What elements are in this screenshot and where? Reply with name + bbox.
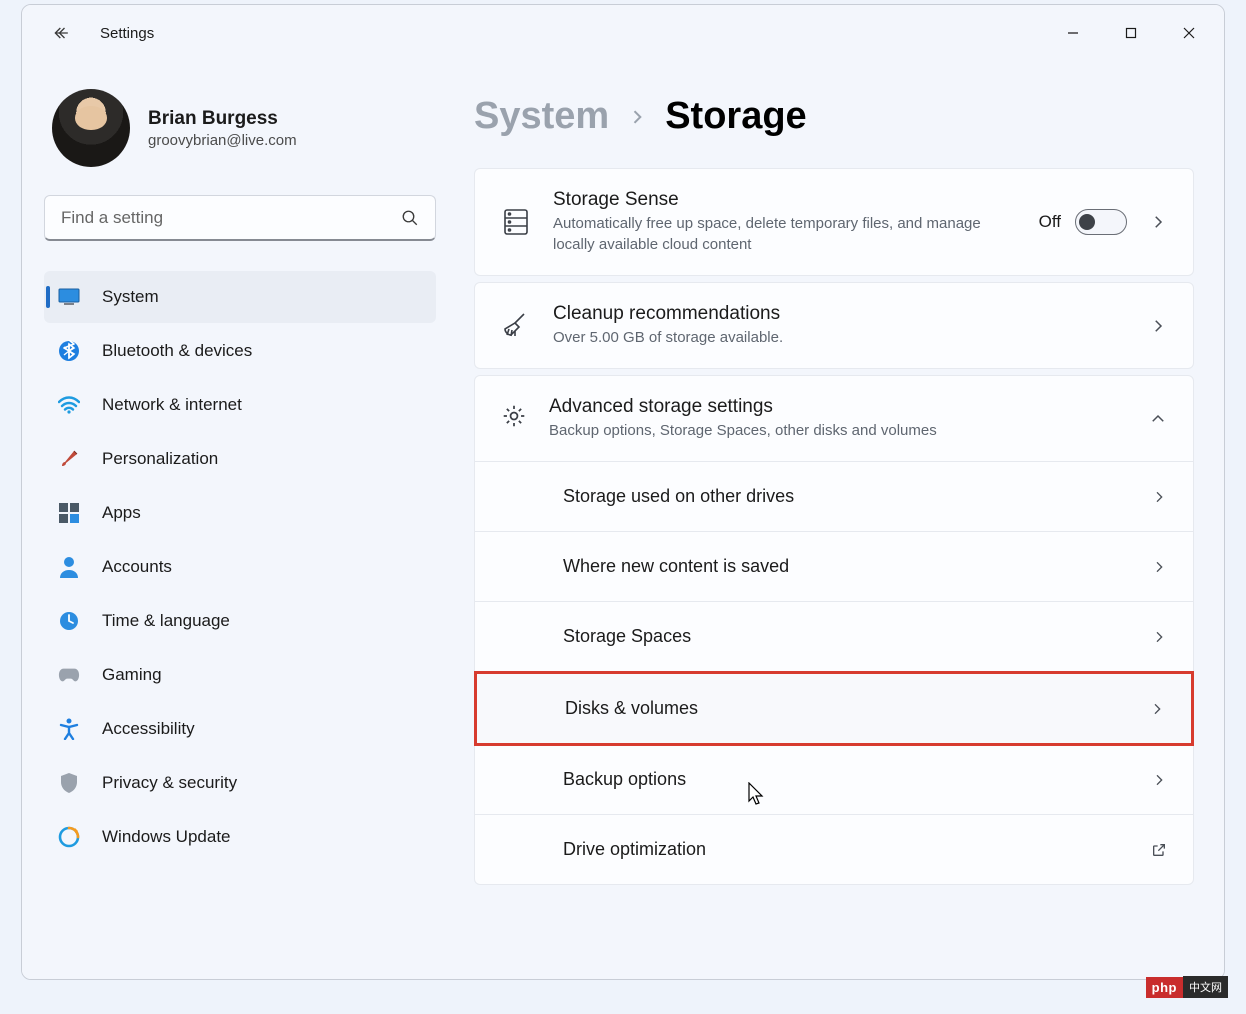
chevron-up-icon: [1149, 410, 1167, 428]
nav-accounts[interactable]: Accounts: [44, 541, 436, 593]
nav-personalization[interactable]: Personalization: [44, 433, 436, 485]
main-content: System Storage Storage Sense Automatical…: [462, 61, 1224, 979]
breadcrumb-parent[interactable]: System: [474, 95, 609, 138]
row-title: Cleanup recommendations: [553, 303, 1127, 325]
chevron-right-icon: [1149, 701, 1165, 717]
nav-label: Time & language: [102, 611, 230, 631]
nav-label: System: [102, 287, 159, 307]
minimize-button[interactable]: [1044, 12, 1102, 54]
sub-label: Backup options: [563, 769, 686, 790]
nav-apps[interactable]: Apps: [44, 487, 436, 539]
card-storage-sense[interactable]: Storage Sense Automatically free up spac…: [474, 168, 1194, 276]
system-icon: [58, 286, 80, 308]
watermark-left: php: [1146, 977, 1183, 998]
window-controls: [1044, 12, 1218, 54]
person-icon: [58, 556, 80, 578]
sub-disks-volumes[interactable]: Disks & volumes: [474, 671, 1194, 746]
chevron-right-icon: [1149, 317, 1167, 335]
chevron-right-icon: [1151, 772, 1167, 788]
bluetooth-icon: [58, 340, 80, 362]
card-cleanup[interactable]: Cleanup recommendations Over 5.00 GB of …: [474, 282, 1194, 369]
titlebar: Settings: [22, 5, 1224, 61]
nav-label: Accounts: [102, 557, 172, 577]
watermark: php 中文网: [1146, 976, 1228, 998]
arrow-left-icon: [52, 23, 72, 43]
nav-label: Windows Update: [102, 827, 231, 847]
broom-icon: [501, 311, 531, 341]
nav-time-language[interactable]: Time & language: [44, 595, 436, 647]
sub-label: Disks & volumes: [565, 698, 698, 719]
sub-label: Storage used on other drives: [563, 486, 794, 507]
watermark-right: 中文网: [1183, 976, 1228, 998]
gear-icon: [501, 403, 527, 434]
update-icon: [58, 826, 80, 848]
profile[interactable]: Brian Burgess groovybrian@live.com: [44, 89, 436, 167]
nav-privacy[interactable]: Privacy & security: [44, 757, 436, 809]
maximize-button[interactable]: [1102, 12, 1160, 54]
nav-label: Accessibility: [102, 719, 195, 739]
brush-icon: [58, 448, 80, 470]
settings-window: Settings Brian Burgess groovybrian@live.…: [21, 4, 1225, 980]
sub-storage-spaces[interactable]: Storage Spaces: [475, 602, 1193, 672]
nav-network[interactable]: Network & internet: [44, 379, 436, 431]
nav-accessibility[interactable]: Accessibility: [44, 703, 436, 755]
row-title: Storage Sense: [553, 189, 1017, 211]
chevron-right-icon: [627, 103, 647, 131]
nav-label: Gaming: [102, 665, 162, 685]
storage-sense-icon: [501, 207, 531, 237]
row-subtitle: Automatically free up space, delete temp…: [553, 213, 993, 255]
avatar: [52, 89, 130, 167]
apps-icon: [58, 502, 80, 524]
chevron-right-icon: [1151, 489, 1167, 505]
accessibility-icon: [58, 718, 80, 740]
sub-backup-options[interactable]: Backup options: [475, 745, 1193, 815]
advanced-header[interactable]: Advanced storage settings Backup options…: [475, 376, 1193, 462]
nav-label: Personalization: [102, 449, 218, 469]
nav: System Bluetooth & devices Network & int…: [44, 271, 436, 863]
nav-system[interactable]: System: [44, 271, 436, 323]
gamepad-icon: [58, 664, 80, 686]
chevron-right-icon: [1151, 559, 1167, 575]
breadcrumb-current: Storage: [665, 95, 806, 138]
chevron-right-icon: [1149, 213, 1167, 231]
sub-label: Where new content is saved: [563, 556, 789, 577]
sub-where-saved[interactable]: Where new content is saved: [475, 532, 1193, 602]
storage-sense-toggle[interactable]: [1075, 209, 1127, 235]
row-subtitle: Backup options, Storage Spaces, other di…: [549, 420, 1127, 441]
sidebar: Brian Burgess groovybrian@live.com Syste…: [22, 61, 462, 979]
search-icon: [401, 209, 419, 227]
toggle-label: Off: [1039, 212, 1061, 232]
close-button[interactable]: [1160, 12, 1218, 54]
breadcrumb: System Storage: [474, 95, 1194, 138]
close-icon: [1182, 26, 1196, 40]
sub-label: Storage Spaces: [563, 626, 691, 647]
chevron-right-icon: [1151, 629, 1167, 645]
sub-storage-other-drives[interactable]: Storage used on other drives: [475, 462, 1193, 532]
nav-label: Bluetooth & devices: [102, 341, 252, 361]
clock-globe-icon: [58, 610, 80, 632]
wifi-icon: [58, 394, 80, 416]
nav-bluetooth[interactable]: Bluetooth & devices: [44, 325, 436, 377]
sub-drive-optimization[interactable]: Drive optimization: [475, 815, 1193, 884]
search-input[interactable]: [61, 208, 401, 228]
nav-windows-update[interactable]: Windows Update: [44, 811, 436, 863]
nav-label: Privacy & security: [102, 773, 237, 793]
row-title: Advanced storage settings: [549, 396, 1127, 418]
back-button[interactable]: [42, 13, 82, 53]
nav-label: Apps: [102, 503, 141, 523]
minimize-icon: [1066, 26, 1080, 40]
maximize-icon: [1124, 26, 1138, 40]
profile-email: groovybrian@live.com: [148, 132, 297, 149]
profile-name: Brian Burgess: [148, 108, 297, 130]
external-link-icon: [1151, 842, 1167, 858]
shield-icon: [58, 772, 80, 794]
card-advanced-storage: Advanced storage settings Backup options…: [474, 375, 1194, 885]
window-title: Settings: [100, 25, 154, 42]
nav-gaming[interactable]: Gaming: [44, 649, 436, 701]
search-box[interactable]: [44, 195, 436, 241]
row-subtitle: Over 5.00 GB of storage available.: [553, 327, 993, 348]
nav-label: Network & internet: [102, 395, 242, 415]
sub-label: Drive optimization: [563, 839, 706, 860]
